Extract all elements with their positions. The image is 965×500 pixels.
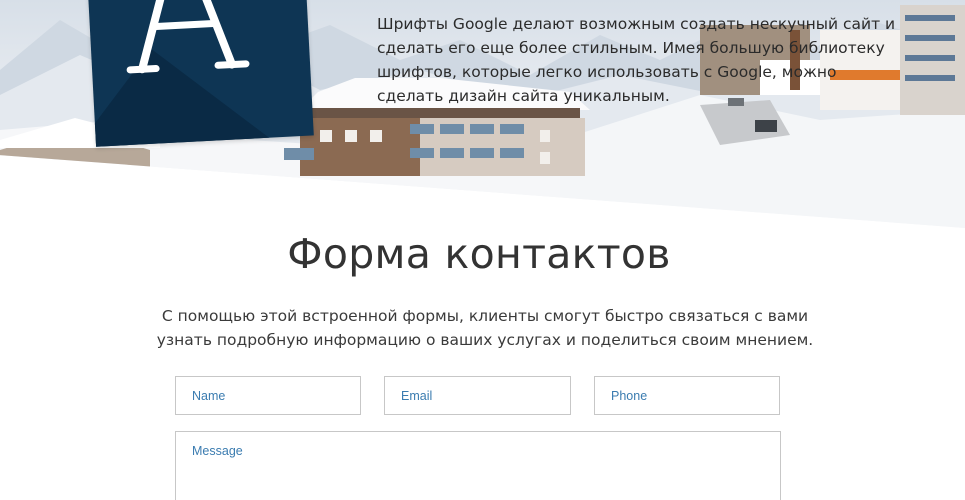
font-logo-tile xyxy=(88,0,314,147)
hero-banner: Шрифты Google делают возможным создать н… xyxy=(0,0,965,235)
message-textarea[interactable] xyxy=(175,431,781,500)
contact-form-description: С помощью этой встроенной формы, клиенты… xyxy=(156,307,814,349)
contact-form-title: Форма контактов xyxy=(287,230,671,278)
phone-input[interactable] xyxy=(594,376,780,415)
name-input[interactable] xyxy=(175,376,361,415)
letter-a-icon xyxy=(126,0,250,74)
hero-description: Шрифты Google делают возможным создать н… xyxy=(377,15,896,105)
email-input[interactable] xyxy=(384,376,571,415)
